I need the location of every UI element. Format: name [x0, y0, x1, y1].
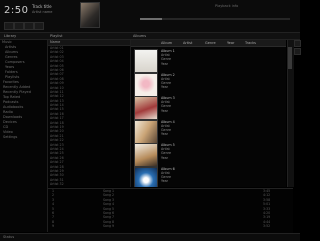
- track-duration: 3:52: [263, 224, 271, 229]
- tab-bar: Library Playlist Albums: [0, 33, 300, 40]
- play-icon[interactable]: [14, 22, 24, 30]
- album-year: Year: [161, 61, 168, 66]
- library-tree[interactable]: Music Artists Albums Genres Composers Years Fo…: [0, 40, 48, 232]
- album-year: Year: [161, 155, 168, 160]
- now-playing-cover[interactable]: [80, 2, 100, 28]
- options-icon[interactable]: [294, 48, 301, 55]
- album-year: Year: [161, 108, 168, 113]
- artist-list[interactable]: Name Artist 01 Artist 02 Artist 03 Artist 0…: [48, 40, 131, 187]
- album-cover[interactable]: [134, 119, 158, 144]
- seek-bar[interactable]: [140, 18, 290, 20]
- now-playing-title: Track title: [32, 4, 52, 9]
- seek-bar-fill: [140, 18, 162, 20]
- list-item[interactable]: Artist 32: [48, 182, 130, 186]
- tab-albums[interactable]: Albums: [131, 33, 148, 39]
- col-genre[interactable]: Genre: [205, 40, 216, 46]
- playback-status: Playback info: [215, 4, 239, 8]
- album-year: Year: [161, 85, 168, 90]
- next-icon[interactable]: [24, 22, 34, 30]
- scroll-thumb[interactable]: [288, 47, 292, 69]
- col-artist[interactable]: Artist: [183, 40, 192, 46]
- album-cover[interactable]: [134, 96, 158, 120]
- tab-library[interactable]: Library: [2, 33, 18, 39]
- album-cover[interactable]: [134, 143, 158, 167]
- prev-icon[interactable]: [4, 22, 14, 30]
- album-cover[interactable]: [134, 72, 158, 97]
- album-item[interactable]: Album 3 Artist Genre Year: [131, 95, 286, 120]
- album-panel[interactable]: Album Artist Genre Year Tracks Album 1 Ar…: [131, 40, 286, 187]
- library-tree-item[interactable]: Settings: [0, 135, 47, 140]
- album-item[interactable]: Album 1 Artist Genre Year: [131, 48, 286, 73]
- playlist-panel[interactable]: 1 Song 1 3:45 2 Song 2 4:12 3 Song 3 3:58 4 Song 4…: [48, 188, 293, 233]
- album-item[interactable]: Album 6 Artist Genre Year: [131, 166, 286, 187]
- album-column-header: Album Artist Genre Year Tracks: [131, 40, 286, 47]
- album-item[interactable]: Album 5 Artist Genre Year: [131, 142, 286, 167]
- col-album[interactable]: Album: [161, 40, 172, 46]
- album-cover[interactable]: [134, 166, 158, 187]
- playlist-row[interactable]: 9 Song 9 3:52: [48, 224, 293, 228]
- album-cover[interactable]: [134, 49, 158, 73]
- now-playing-artist: Artist name: [32, 10, 53, 14]
- album-item[interactable]: Album 4 Artist Genre Year: [131, 119, 286, 144]
- playback-time: 2:50: [4, 5, 29, 16]
- album-item[interactable]: Album 2 Artist Genre Year: [131, 72, 286, 97]
- col-year[interactable]: Year: [227, 40, 234, 46]
- track-title: Song 9: [103, 224, 115, 229]
- album-year: Year: [161, 132, 168, 137]
- track-number: 9: [52, 224, 55, 229]
- tab-playlist[interactable]: Playlist: [48, 33, 64, 39]
- view-toggle-icon[interactable]: [294, 40, 301, 47]
- stop-icon[interactable]: [34, 22, 44, 30]
- album-year: Year: [161, 179, 168, 184]
- col-tracks[interactable]: Tracks: [245, 40, 256, 46]
